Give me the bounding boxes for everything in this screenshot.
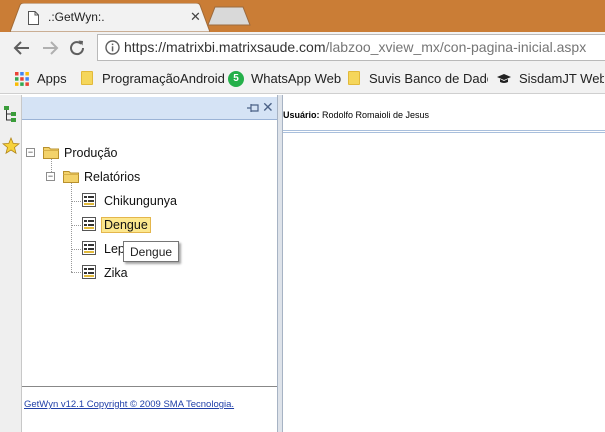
tree-node-relatorios[interactable]: − Relatórios (46, 169, 166, 187)
user-bar: Usuário: Rodolfo Romaioli de Jesus (283, 95, 605, 133)
tree-item-label-selected: Dengue (101, 217, 151, 233)
user-label: Usuário: (283, 110, 320, 120)
bookmark-sisdamjt[interactable]: SisdamJT Web (496, 71, 604, 87)
tree-view-icon[interactable] (2, 105, 20, 123)
tree-node-label: Produção (64, 146, 118, 160)
url-text: https://matrixbi.matrixsaude.com/labzoo_… (124, 39, 586, 55)
collapse-icon[interactable]: − (26, 148, 35, 157)
folder-icon (43, 147, 59, 159)
bookmark-whatsapp-web[interactable]: 5 WhatsApp Web (228, 71, 342, 87)
folder-icon (81, 71, 93, 85)
tab-title: .:GetWyn:. (48, 10, 105, 24)
tree-node-label: Relatórios (84, 170, 141, 184)
tree-item-chikungunya[interactable]: Chikungunya (82, 193, 192, 211)
apps-grid-icon (15, 72, 29, 86)
forward-arrow-icon[interactable] (40, 38, 60, 58)
bookmark-label: ProgramaçãoAndroid (102, 71, 225, 86)
reload-icon[interactable] (67, 38, 87, 58)
graduation-cap-icon (497, 74, 511, 83)
page-icon (28, 11, 39, 25)
folder-icon (348, 71, 360, 85)
bookmark-programacao-android[interactable]: ProgramaçãoAndroid (79, 71, 225, 87)
copyright-link[interactable]: GetWyn v12.1 Copyright © 2009 SMA Tecnol… (24, 399, 234, 410)
new-tab-button[interactable] (207, 6, 251, 26)
tree-item-label: Chikungunya (104, 194, 177, 208)
tree-item-dengue[interactable]: Dengue (82, 217, 162, 235)
report-icon (82, 241, 96, 255)
url-path: /labzoo_xview_mx/con-pagina-inicial.aspx (325, 39, 587, 55)
bookmark-label: Apps (37, 71, 67, 86)
tab-close-icon[interactable]: ✕ (190, 10, 201, 24)
footer-divider (22, 386, 278, 387)
side-icon-bar (0, 95, 22, 432)
bookmark-label: Suvis Banco de Dado (369, 71, 488, 86)
page-content: ✕ − Produção − Relatórios Chikungunya De… (0, 95, 605, 432)
tree-item-label: Zika (104, 266, 128, 280)
back-arrow-icon[interactable] (12, 38, 32, 58)
bookmark-label: SisdamJT Web (519, 71, 604, 86)
folder-icon (63, 171, 79, 183)
report-icon (82, 217, 96, 231)
collapse-icon[interactable]: − (46, 172, 55, 181)
bookmarks-bar: Apps ProgramaçãoAndroid 5 WhatsApp Web S… (0, 64, 605, 94)
browser-toolbar: https://matrixbi.matrixsaude.com/labzoo_… (0, 32, 605, 64)
main-content: Usuário: Rodolfo Romaioli de Jesus (283, 95, 605, 432)
tab-strip: .:GetWyn:. ✕ (0, 0, 605, 32)
bookmark-suvis[interactable]: Suvis Banco de Dado (346, 71, 488, 87)
tooltip: Dengue (123, 241, 180, 262)
navigation-panel: ✕ − Produção − Relatórios Chikungunya De… (22, 97, 278, 432)
user-name: Rodolfo Romaioli de Jesus (322, 110, 430, 120)
whatsapp-badge-icon: 5 (228, 71, 244, 87)
address-bar[interactable]: https://matrixbi.matrixsaude.com/labzoo_… (97, 34, 605, 61)
browser-tab[interactable]: .:GetWyn:. ✕ (10, 3, 210, 32)
report-icon (82, 193, 96, 207)
bookmark-label: WhatsApp Web (251, 71, 342, 86)
tree-item-zika[interactable]: Zika (82, 265, 162, 283)
bookmark-apps[interactable]: Apps (14, 71, 74, 87)
favorites-star-icon[interactable] (2, 137, 20, 155)
tab-shape (10, 3, 210, 32)
info-icon[interactable] (105, 40, 120, 55)
tree-node-producao[interactable]: − Produção (26, 145, 136, 163)
url-host: https://matrixbi.matrixsaude.com (124, 39, 326, 55)
report-icon (82, 265, 96, 279)
